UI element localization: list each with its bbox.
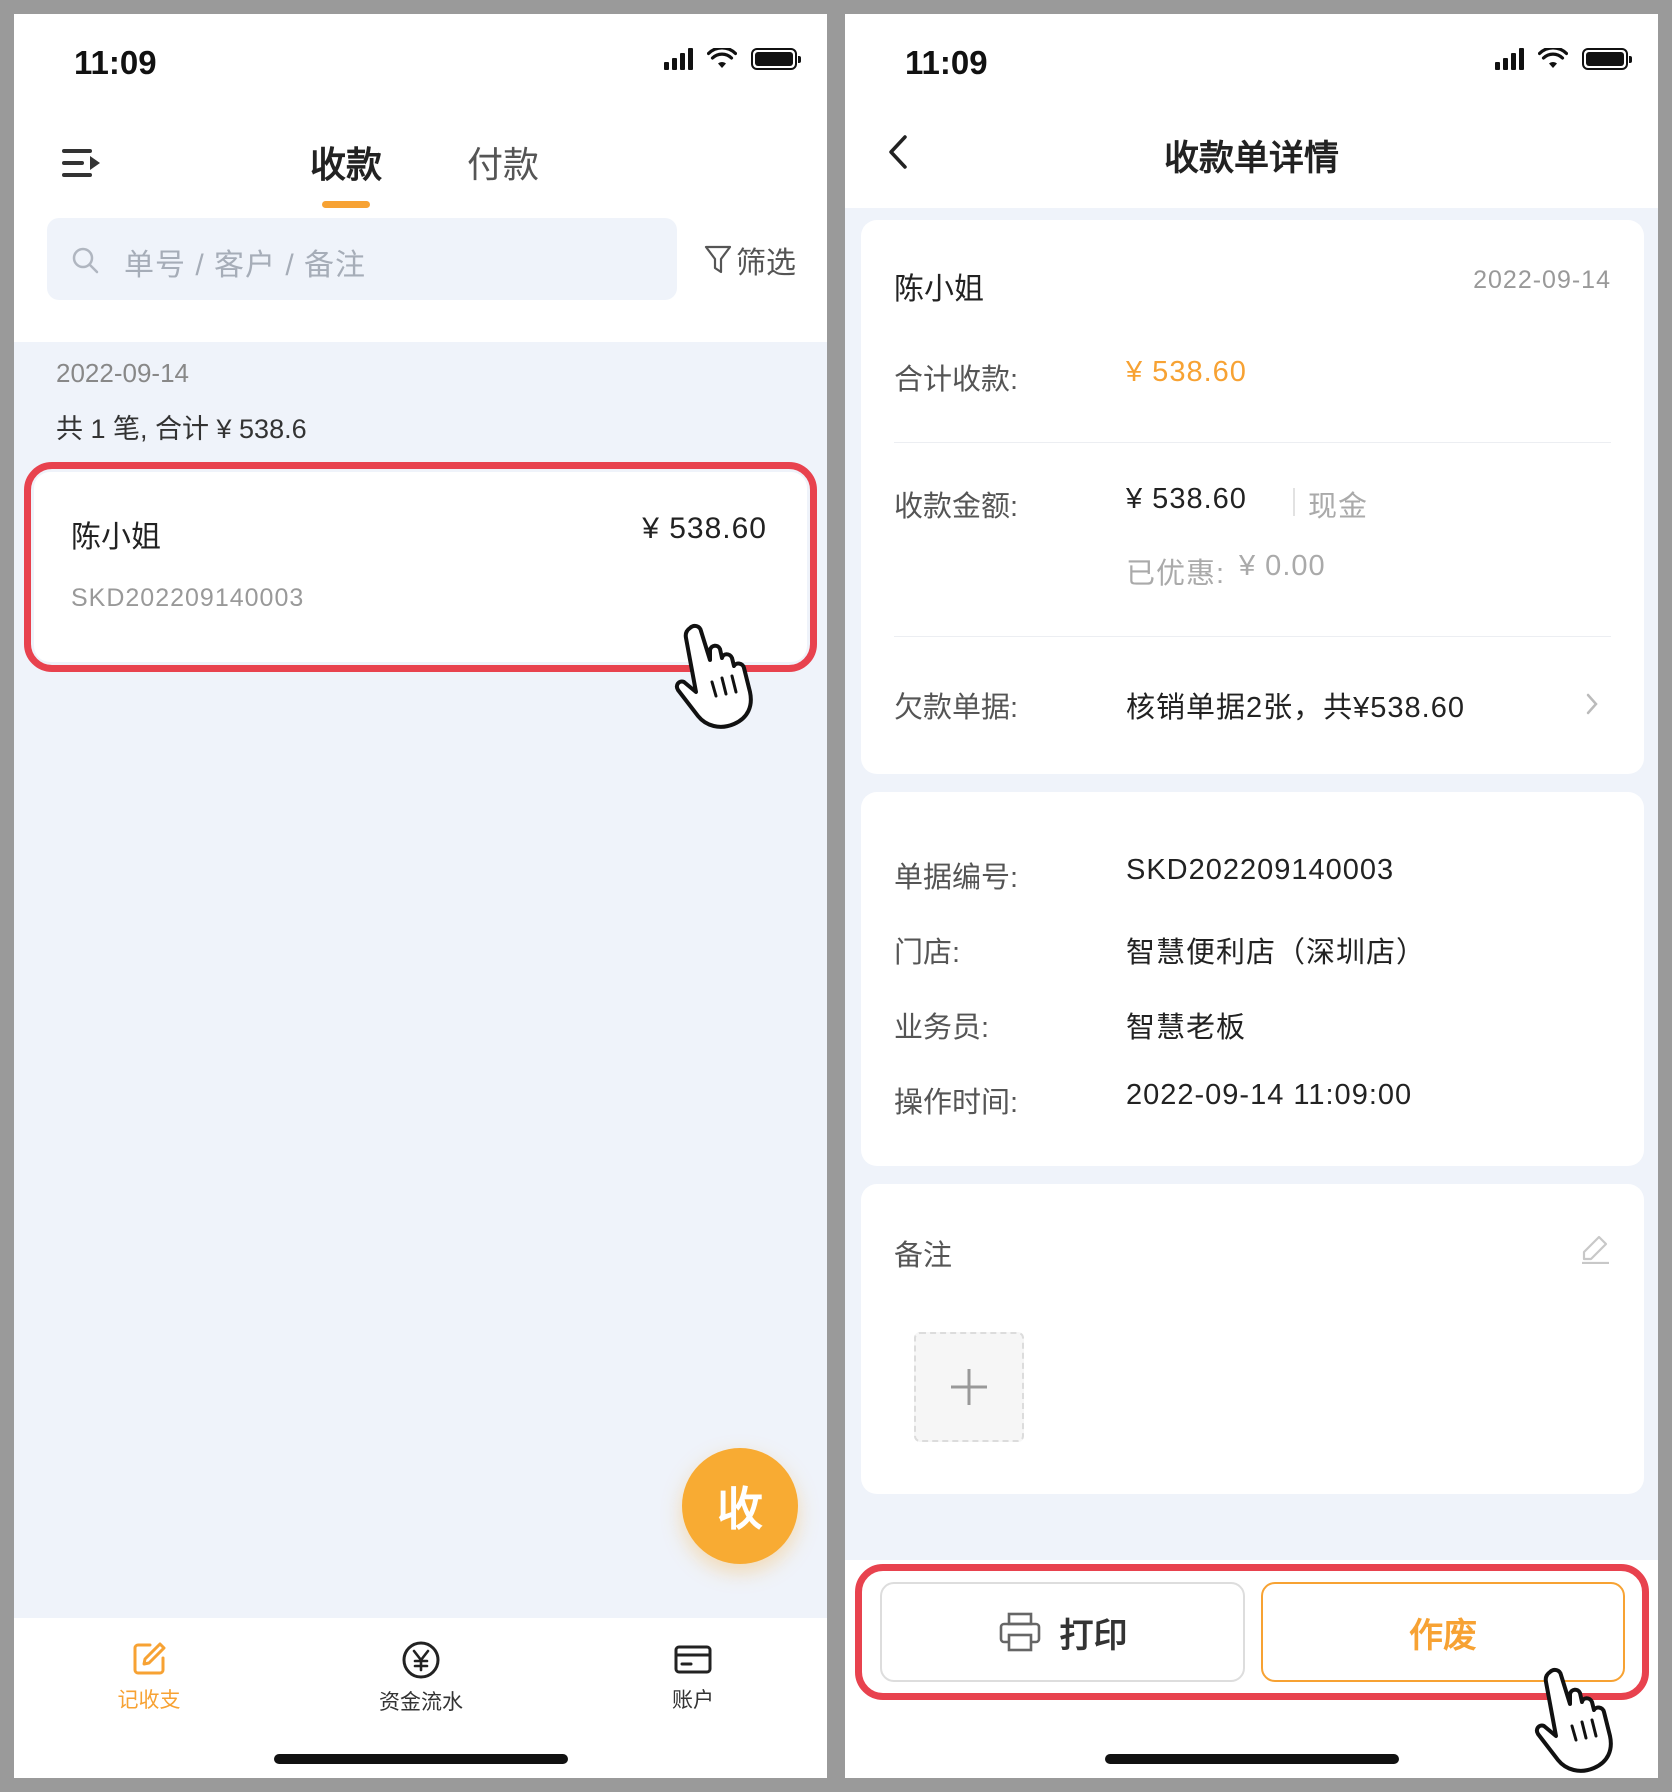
payment-method: 现金 (1308, 491, 1369, 523)
pointer-hand-icon (1534, 1667, 1613, 1773)
battery-icon (1582, 48, 1632, 70)
remark-label: 备注 (894, 1240, 953, 1272)
divider (894, 636, 1611, 637)
details-panel: 单据编号: SKD202209140003 门店: 智慧便利店（深圳店） 业务员… (861, 792, 1644, 1166)
received-value: ¥ 538.60 (1126, 483, 1247, 515)
nav-account-label: 账户 (672, 1689, 714, 1712)
search-placeholder: 单号 / 客户 / 备注 (124, 249, 367, 282)
card-icon (674, 1645, 712, 1674)
menu-icon[interactable] (62, 146, 102, 180)
discount-label: 已优惠: (1126, 558, 1226, 590)
debt-label: 欠款单据: (894, 692, 1019, 724)
receipt-detail-screen: 11:09 收款单详情 陈小姐 2022-09-14 合计收款: ¥ 538.6… (845, 14, 1658, 1778)
discount-value: ¥ 0.00 (1239, 550, 1326, 582)
nav-record-label: 记收支 (117, 1689, 181, 1712)
list-header: 收款 付款 单号 / 客户 / 备注 筛选 (14, 114, 827, 342)
search-icon (72, 247, 99, 274)
add-photo-button[interactable] (914, 1332, 1024, 1442)
summary-panel: 陈小姐 2022-09-14 合计收款: ¥ 538.60 收款金额: ¥ 53… (861, 220, 1644, 774)
yen-circle-icon (402, 1641, 440, 1679)
detail-header: 收款单详情 (845, 114, 1658, 208)
nav-cashflow[interactable]: 资金流水 (341, 1640, 501, 1716)
tab-receive[interactable]: 收款 (310, 136, 383, 208)
battery-icon (751, 48, 801, 70)
filter-icon (704, 245, 732, 274)
operation-time-value: 2022-09-14 11:09:00 (1126, 1079, 1413, 1111)
filter-label: 筛选 (736, 247, 796, 280)
debt-value: 核销单据2张，共¥538.60 (1126, 692, 1465, 724)
receipt-list-screen: 11:09 收款 付款 单号 / 客户 / 备注 筛选 2022-09-14 共… (14, 14, 827, 1778)
plus-icon (951, 1369, 987, 1405)
home-indicator (1104, 1754, 1399, 1764)
group-date: 2022-09-14 (56, 358, 189, 388)
status-time: 11:09 (74, 44, 157, 81)
total-value: ¥ 538.60 (1126, 356, 1247, 388)
operation-time-label: 操作时间: (894, 1087, 1019, 1119)
debt-row[interactable]: 欠款单据: 核销单据2张，共¥538.60 (861, 640, 1644, 774)
salesperson-label: 业务员: (894, 1012, 990, 1044)
chevron-right-icon (1586, 693, 1598, 715)
nav-account[interactable]: 账户 (613, 1640, 773, 1714)
signal-icon (664, 48, 693, 70)
pencil-icon[interactable] (1579, 1232, 1611, 1264)
remark-panel: 备注 (861, 1184, 1644, 1494)
status-time: 11:09 (905, 44, 988, 81)
tab-pay-label: 付款 (467, 144, 540, 185)
total-label: 合计收款: (894, 364, 1019, 396)
tab-receive-label: 收款 (310, 144, 383, 185)
customer-name: 陈小姐 (894, 273, 984, 306)
store-label: 门店: (894, 937, 961, 969)
store-value: 智慧便利店（深圳店） (1126, 937, 1427, 969)
bottom-nav: 记收支 资金流水 账户 (14, 1618, 827, 1778)
group-summary: 共 1 笔, 合计 ¥ 538.6 (56, 414, 307, 444)
tab-active-indicator (322, 201, 370, 208)
nav-record[interactable]: 记收支 (69, 1640, 229, 1714)
page-title: 收款单详情 (1163, 139, 1339, 178)
filter-button[interactable]: 筛选 (704, 238, 796, 282)
separator (1293, 488, 1295, 516)
received-label: 收款金额: (894, 491, 1019, 523)
nav-cashflow-label: 资金流水 (379, 1691, 463, 1714)
doc-number-label: 单据编号: (894, 862, 1019, 894)
divider (894, 442, 1611, 443)
salesperson-value: 智慧老板 (1126, 1012, 1247, 1044)
status-bar: 11:09 (14, 14, 827, 114)
pointer-hand-icon (674, 623, 753, 729)
tab-pay[interactable]: 付款 (467, 136, 539, 188)
home-indicator (273, 1754, 568, 1764)
search-input[interactable]: 单号 / 客户 / 备注 (47, 218, 677, 300)
edit-icon (133, 1642, 166, 1675)
wifi-icon (707, 48, 737, 68)
wifi-icon (1538, 48, 1568, 68)
status-bar: 11:09 (845, 14, 1658, 114)
add-receipt-button[interactable]: 收 (682, 1448, 798, 1564)
doc-number-value: SKD202209140003 (1126, 854, 1395, 886)
receipt-date: 2022-09-14 (1473, 266, 1611, 294)
signal-icon (1495, 48, 1524, 70)
